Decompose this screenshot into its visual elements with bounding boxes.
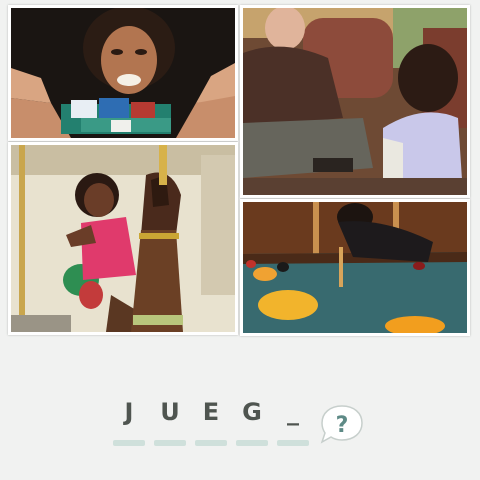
answer-slot	[277, 440, 309, 446]
carousel-girl-photo	[8, 142, 238, 335]
answer-letter-1[interactable]: J	[113, 398, 145, 430]
grandfather-child-photo	[240, 5, 470, 198]
billiards-photo	[240, 199, 470, 336]
answer-letter-5[interactable]: _	[277, 398, 309, 430]
picture-grid	[0, 0, 480, 342]
question-mark-icon: ?	[336, 413, 349, 438]
answer-letter-4[interactable]: G	[236, 398, 268, 430]
answer-slot	[113, 440, 145, 446]
answer-slots	[113, 440, 309, 446]
answer-slot	[236, 440, 268, 446]
answer-slot	[154, 440, 186, 446]
answer-letter-2[interactable]: U	[154, 398, 186, 430]
answer-letter-3[interactable]: E	[195, 398, 227, 430]
hint-button[interactable]: ?	[318, 402, 366, 446]
answer-slot	[195, 440, 227, 446]
poker-chips-photo	[8, 5, 238, 141]
answer-letters: J U E G _	[113, 398, 309, 430]
